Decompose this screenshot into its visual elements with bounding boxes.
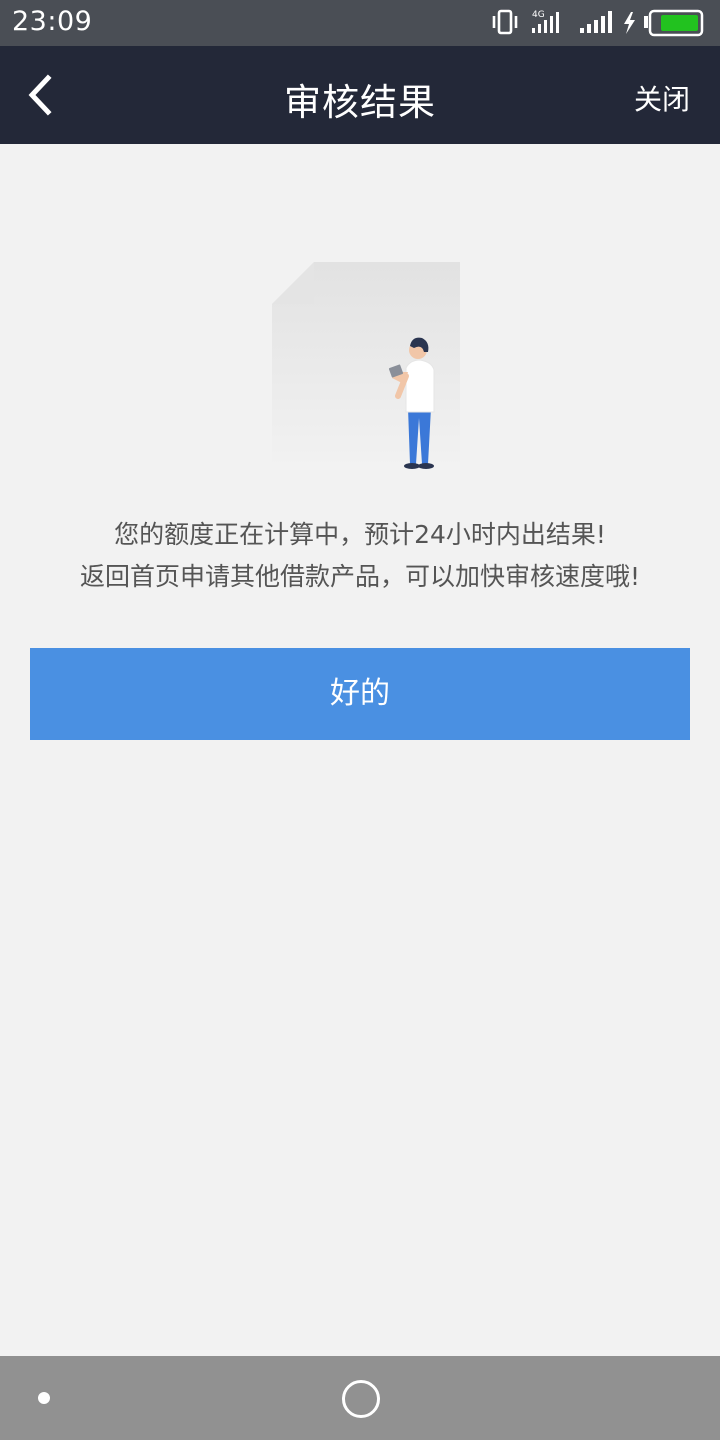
status-icons: 4G bbox=[492, 9, 704, 37]
ok-button[interactable]: 好的 bbox=[30, 648, 690, 740]
document-person-illustration bbox=[272, 262, 460, 470]
signal-icon bbox=[580, 11, 612, 33]
message-line-2: 返回首页申请其他借款产品，可以加快审核速度哦! bbox=[79, 562, 641, 591]
charging-icon bbox=[624, 12, 635, 34]
status-time: 23:09 bbox=[12, 6, 93, 37]
status-message: 您的额度正在计算中，预计24小时内出结果! 返回首页申请其他借款产品，可以加快审… bbox=[0, 514, 720, 598]
dot-icon[interactable] bbox=[38, 1392, 50, 1404]
vibrate-icon bbox=[492, 9, 518, 35]
page-title: 审核结果 bbox=[284, 81, 436, 124]
close-button[interactable]: 关闭 bbox=[634, 78, 690, 118]
system-navigation-bar bbox=[0, 1356, 720, 1440]
message-line-1: 您的额度正在计算中，预计24小时内出结果! bbox=[114, 520, 606, 549]
header-bar: 审核结果 关闭 bbox=[0, 46, 720, 144]
main-content: 您的额度正在计算中，预计24小时内出结果! 返回首页申请其他借款产品，可以加快审… bbox=[0, 144, 720, 1356]
status-bar: 23:09 4G bbox=[0, 0, 720, 46]
battery-icon bbox=[644, 9, 704, 37]
home-circle-icon[interactable] bbox=[342, 1380, 380, 1418]
network-label: 4G bbox=[532, 10, 545, 20]
